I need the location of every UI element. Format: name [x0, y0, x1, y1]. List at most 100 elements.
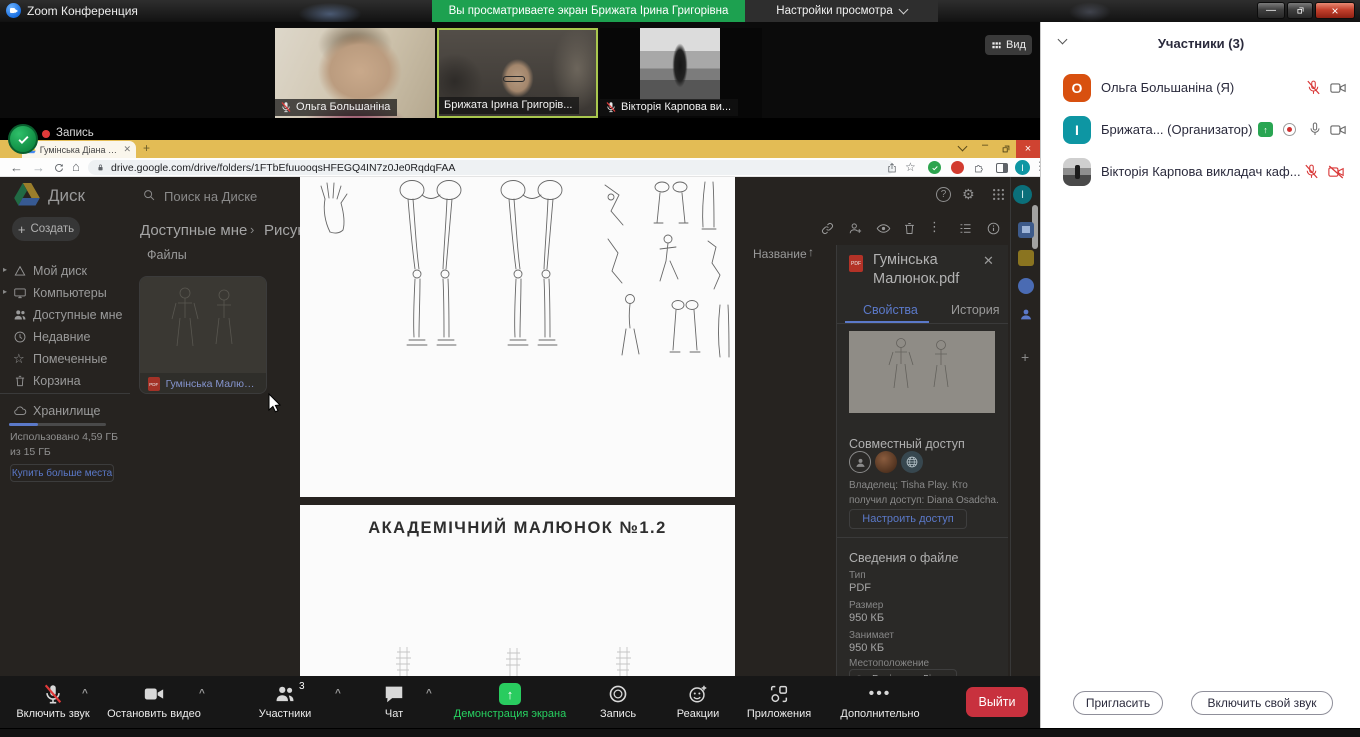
sort-arrow-icon[interactable]: ↑ [808, 245, 814, 259]
get-link-icon[interactable] [820, 221, 835, 236]
details-panel: PDF Гумінська Малюнок.pdf ✕ Свойства Ист… [836, 245, 1008, 676]
trash-icon[interactable] [902, 221, 917, 236]
share-screen-icon: ↑ [499, 683, 521, 705]
sort-label[interactable]: Название [753, 247, 807, 261]
breadcrumb-parent[interactable]: Доступные мне [140, 222, 247, 239]
participants-options-chevron[interactable]: ^ [335, 688, 341, 699]
home-icon[interactable]: ⌂ [72, 159, 80, 174]
browser-minimize-icon[interactable]: – [982, 139, 988, 151]
avatar: I [1063, 116, 1091, 144]
chat-options-chevron[interactable]: ^ [426, 688, 432, 699]
participants-count-badge: 3 [299, 681, 305, 692]
size-value: 950 КБ [849, 612, 884, 624]
close-details-icon[interactable]: ✕ [983, 253, 994, 269]
browser-close-button[interactable]: × [1016, 140, 1040, 158]
close-button[interactable]: × [1315, 2, 1355, 19]
sharing-description: Владелец: Tisha Play. Кто получил доступ… [849, 479, 999, 508]
video-tile-2-active[interactable]: Брижата Ірина Григорів... [437, 28, 598, 118]
windows-taskbar[interactable] [0, 728, 1360, 737]
tasks-icon[interactable] [1018, 278, 1034, 294]
participant-name: Брижата Ірина Григорів... [444, 99, 572, 111]
chat-button[interactable]: Чат [364, 683, 424, 720]
list-view-icon[interactable] [958, 221, 973, 236]
tab-history[interactable]: История [951, 303, 999, 317]
create-button[interactable]: + Создать [12, 217, 80, 241]
apps-button[interactable]: Приложения [738, 683, 820, 720]
breadcrumb-separator: › [250, 222, 254, 237]
sidebar-item-my-drive[interactable]: Мой диск [0, 261, 130, 281]
details-info-icon[interactable] [986, 221, 1001, 236]
forward-icon[interactable]: → [32, 160, 45, 175]
calendar-icon[interactable] [1018, 222, 1034, 238]
share-screen-button[interactable]: ↑ Демонстрация экрана [448, 683, 572, 720]
audio-options-chevron[interactable]: ^ [82, 688, 88, 699]
bookmark-star-icon[interactable]: ☆ [905, 160, 916, 174]
search-input[interactable]: Поиск на Диске [164, 189, 257, 204]
video-options-chevron[interactable]: ^ [199, 688, 205, 699]
sidepanel-icon[interactable] [996, 163, 1008, 173]
chevron-down-icon [898, 4, 908, 14]
restore-button[interactable] [1287, 2, 1313, 19]
participant-row[interactable]: Вікторія Карпова викладач каф... [1041, 158, 1360, 186]
sidebar-item-starred[interactable]: ☆Помеченные [0, 349, 130, 369]
invite-button[interactable]: Пригласить [1073, 691, 1163, 715]
participants-button[interactable]: Участники 3 [237, 683, 333, 720]
drive-content: Диск Поиск на Диске ? ⚙ I + Создать Дост… [0, 177, 1040, 676]
keep-icon[interactable] [1018, 250, 1034, 266]
security-shield-icon [8, 124, 38, 154]
tab-close-icon[interactable]: ✕ [123, 144, 131, 155]
member-avatar [875, 451, 897, 473]
record-button[interactable]: Запись [586, 683, 650, 720]
preview-eye-icon[interactable] [876, 221, 891, 236]
reactions-button[interactable]: Реакции [666, 683, 730, 720]
contacts-icon[interactable] [1018, 306, 1034, 322]
stop-video-button[interactable]: Остановить видео [102, 683, 206, 720]
mic-muted-icon [280, 101, 292, 113]
participant-row[interactable]: O Ольга Большаніна (Я) [1041, 74, 1360, 102]
more-actions-icon[interactable]: ⋮ [928, 219, 941, 235]
view-button[interactable]: Вид [985, 35, 1032, 55]
share-page-icon[interactable] [886, 162, 898, 174]
reload-icon[interactable] [53, 162, 65, 174]
buy-storage-button[interactable]: Купить больше места [10, 464, 114, 482]
window-title: Zoom Конференция [27, 4, 138, 18]
more-dots-icon: ••• [869, 683, 892, 705]
shield-extension-icon[interactable] [928, 161, 941, 174]
back-icon[interactable]: ← [10, 160, 23, 175]
apps-grid-icon[interactable] [991, 187, 1006, 202]
storage-usage-text: Использовано 4,59 ГБ из 15 ГБ [10, 430, 122, 459]
sidebar-item-shared[interactable]: Доступные мне [0, 305, 130, 325]
settings-gear-icon[interactable]: ⚙ [962, 186, 975, 203]
file-card[interactable]: PDF Гумінська Малюнок.pdf [139, 276, 267, 394]
add-addon-icon[interactable]: + [1021, 349, 1029, 365]
minimize-button[interactable]: — [1257, 2, 1285, 19]
leave-button[interactable]: Выйти [966, 687, 1028, 717]
browser-avatar[interactable]: I [1015, 160, 1030, 175]
more-button[interactable]: ••• Дополнительно [828, 683, 932, 720]
storage-progress-fill [9, 423, 38, 426]
participant-row[interactable]: I Брижата... (Организатор) ↑ [1041, 116, 1360, 144]
view-settings-dropdown[interactable]: Настройки просмотра [745, 0, 938, 22]
browser-tab[interactable]: Гумінська Діана – Google Диск ✕ [22, 141, 136, 158]
adblock-extension-icon[interactable] [951, 161, 964, 174]
manage-access-button[interactable]: Настроить доступ [849, 509, 967, 529]
sidebar-item-trash[interactable]: Корзина [0, 371, 130, 391]
video-tile-1[interactable]: Ольга Большаніна [275, 28, 435, 118]
help-icon[interactable]: ? [936, 187, 951, 202]
tab-properties[interactable]: Свойства [863, 303, 918, 317]
address-bar[interactable]: drive.google.com/drive/folders/1FTbEfuuo… [88, 160, 894, 175]
camera-icon [1329, 79, 1347, 97]
video-tile-3[interactable]: Вікторія Карпова ви... [600, 28, 762, 118]
unmute-self-button[interactable]: Включить свой звук [1191, 691, 1333, 715]
extensions-puzzle-icon[interactable] [973, 162, 985, 174]
share-banner: Вы просматриваете экран Брижата Ірина Гр… [432, 0, 745, 22]
sidebar-item-computers[interactable]: Компьютеры [0, 283, 130, 303]
drive-avatar[interactable]: I [1013, 185, 1032, 204]
browser-restore-icon[interactable] [1001, 144, 1011, 154]
sidebar-item-storage[interactable]: Хранилище [0, 401, 130, 421]
new-tab-button[interactable]: + [143, 141, 150, 155]
share-user-icon[interactable] [848, 221, 863, 236]
sidebar-item-recent[interactable]: Недавние [0, 327, 130, 347]
zoom-meeting-window: Zoom Конференция Вы просматриваете экран… [0, 0, 1360, 737]
location-chip[interactable]: Гумінська Діана [849, 669, 957, 676]
